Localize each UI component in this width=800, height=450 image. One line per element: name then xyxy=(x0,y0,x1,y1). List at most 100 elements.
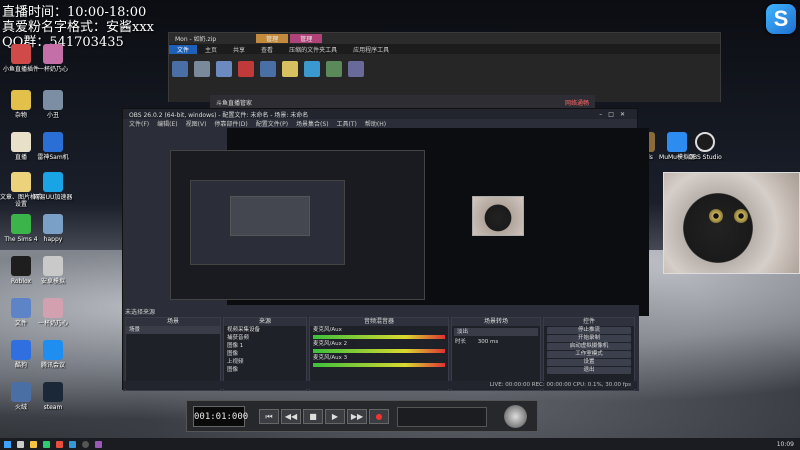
window-controls-icon[interactable]: –□✕ xyxy=(599,111,637,118)
transitions-dock[interactable]: 场景转场 淡出 时长 300 ms xyxy=(451,317,541,391)
mixer-track-label: 麦克风/Aux 3 xyxy=(313,355,348,361)
scenes-dock[interactable]: 场景 场景 xyxy=(125,317,221,391)
start-button-icon[interactable] xyxy=(4,440,11,448)
mixer-track-label: 麦克风/Aux xyxy=(313,327,342,333)
open-icon[interactable] xyxy=(326,61,342,77)
sources-dock[interactable]: 来源 视频采集设备 捕获音频 图像 1 图像 上视频 图像 xyxy=(223,317,307,391)
virtual-camera-button[interactable]: 启动虚拟摄像机 xyxy=(547,343,631,350)
tab-zip-tools[interactable]: 压缩的文件夹工具 xyxy=(281,45,345,54)
tab-manage-2[interactable]: 管理 xyxy=(290,34,323,43)
douyu-title: 斗鱼直播管家 xyxy=(216,99,253,107)
desktop-icon[interactable]: 一杯奶乃心 xyxy=(32,44,74,73)
obs-titlebar: OBS 26.0.2 (64-bit, windows) - 配置文件: 未命名… xyxy=(123,109,637,119)
source-item[interactable]: 图像 xyxy=(224,366,306,374)
menu-edit[interactable]: 编辑(E) xyxy=(157,119,177,128)
source-item[interactable]: 图像 1 xyxy=(224,342,306,350)
duration-input[interactable]: 300 ms xyxy=(478,339,498,345)
exit-button[interactable]: 退出 xyxy=(547,367,631,374)
media-taskbar-icon[interactable] xyxy=(95,440,102,448)
paste-icon[interactable] xyxy=(216,61,232,77)
tab-view[interactable]: 查看 xyxy=(253,45,281,54)
menu-view[interactable]: 视图(V) xyxy=(186,119,207,128)
app-icon xyxy=(43,340,63,360)
source-item[interactable]: 捕获音频 xyxy=(224,334,306,342)
studio-mode-button[interactable]: 工作室模式 xyxy=(547,351,631,358)
app-icon xyxy=(11,382,31,402)
desktop-icon[interactable]: 小丑 xyxy=(32,90,74,119)
desktop-icon-label: 雷神Sam机 xyxy=(37,154,69,161)
record-button[interactable]: ● xyxy=(369,409,389,424)
menu-scene-collection[interactable]: 场景集合(S) xyxy=(296,119,329,128)
desktop-icon[interactable]: happy xyxy=(32,214,74,243)
desktop-icon-label: 小丑 xyxy=(46,112,59,119)
audio-mixer-dock[interactable]: 音频混音器 麦克风/Aux 麦克风/Aux 2 麦克风/Aux 3 xyxy=(309,317,449,391)
scene-item[interactable]: 场景 xyxy=(126,326,220,334)
app-logo-icon: S xyxy=(766,4,796,34)
volume-knob-icon[interactable] xyxy=(504,405,527,428)
desktop-icon[interactable]: 腾讯会议 xyxy=(32,340,74,369)
app-icon xyxy=(43,298,63,318)
desktop-icon-label: 火绒 xyxy=(14,404,27,411)
volume-meter xyxy=(313,363,445,367)
tab-manage-1[interactable]: 管理 xyxy=(256,34,289,43)
pin-icon[interactable] xyxy=(172,61,188,77)
taskbar: 10:09 xyxy=(0,438,800,450)
menu-file[interactable]: 文件(F) xyxy=(129,119,149,128)
skip-back-button[interactable]: ⏮ xyxy=(259,409,279,424)
desktop-icon-label: steam xyxy=(43,404,63,411)
menu-tools[interactable]: 工具(T) xyxy=(337,119,357,128)
search-icon[interactable] xyxy=(17,440,24,448)
rename-icon[interactable] xyxy=(260,61,276,77)
transition-select[interactable]: 淡出 xyxy=(454,328,538,336)
copy-icon[interactable] xyxy=(194,61,210,77)
start-recording-button[interactable]: 开始录制 xyxy=(547,335,631,342)
source-item[interactable]: 上视频 xyxy=(224,358,306,366)
play-button[interactable]: ▶ xyxy=(325,409,345,424)
wechat-taskbar-icon[interactable] xyxy=(43,440,50,448)
obs-taskbar-icon[interactable] xyxy=(82,440,89,448)
desktop-icon-obs[interactable]: OBS Studio xyxy=(684,132,726,161)
app-icon xyxy=(43,382,63,402)
delete-icon[interactable] xyxy=(238,61,254,77)
app-taskbar-icon[interactable] xyxy=(56,440,63,448)
explorer-taskbar-icon[interactable] xyxy=(30,440,37,448)
app-icon xyxy=(43,90,63,110)
new-folder-icon[interactable] xyxy=(282,61,298,77)
tab-home[interactable]: 主页 xyxy=(197,45,225,54)
player-settings-panel[interactable] xyxy=(397,407,487,427)
desktop-icon-label: 文件 xyxy=(14,320,27,327)
desktop-icon[interactable]: 网易UU加速器 xyxy=(32,172,74,201)
obs-statusbar: LIVE: 00:00:00 REC: 00:00:00 CPU: 0.1%, … xyxy=(123,381,637,389)
browser-taskbar-icon[interactable] xyxy=(69,440,76,448)
fast-forward-button[interactable]: ▶▶ xyxy=(347,409,367,424)
controls-dock[interactable]: 控件 停止推流 开始录制 启动虚拟摄像机 工作室模式 设置 退出 xyxy=(543,317,635,391)
source-item[interactable]: 图像 xyxy=(224,350,306,358)
file-explorer-window[interactable]: Mon - 如奶.zip 管理 管理 文件 主页 共享 查看 压缩的文件夹工具 … xyxy=(168,32,721,102)
menu-docks[interactable]: 停靠部件(D) xyxy=(214,119,247,128)
properties-icon[interactable] xyxy=(304,61,320,77)
explorer-titlebar: Mon - 如奶.zip 管理 管理 xyxy=(169,33,720,44)
desktop-icon-label: happy xyxy=(43,236,63,243)
desktop-icon[interactable]: 一杯奶乃心 xyxy=(32,298,74,327)
settings-button[interactable]: 设置 xyxy=(547,359,631,366)
desktop-icon[interactable]: 雷神Sam机 xyxy=(32,132,74,161)
desktop-icon[interactable]: steam xyxy=(32,382,74,411)
source-item[interactable]: 视频采集设备 xyxy=(224,326,306,334)
select-all-icon[interactable] xyxy=(348,61,364,77)
menu-help[interactable]: 帮助(H) xyxy=(365,119,386,128)
tab-share[interactable]: 共享 xyxy=(225,45,253,54)
menu-profile[interactable]: 配置文件(P) xyxy=(256,119,288,128)
sources-dock-title: 来源 xyxy=(224,318,306,326)
stop-streaming-button[interactable]: 停止推流 xyxy=(547,327,631,334)
tab-file[interactable]: 文件 xyxy=(169,44,198,54)
desktop-icon[interactable]: 安卓模拟 xyxy=(32,256,74,285)
cat-eye-left xyxy=(709,209,723,223)
desktop-icon-label: 直播 xyxy=(14,154,27,161)
app-icon xyxy=(11,90,31,110)
media-player[interactable]: 001:01:000 ⏮ ◀◀ ■ ▶ ▶▶ ● xyxy=(186,400,538,432)
tab-app-tools[interactable]: 应用程序工具 xyxy=(345,45,397,54)
douyu-live-manager-bar[interactable]: 斗鱼直播管家 网络通畅 xyxy=(210,95,595,109)
rewind-button[interactable]: ◀◀ xyxy=(281,409,301,424)
stop-button[interactable]: ■ xyxy=(303,409,323,424)
app-icon xyxy=(11,214,31,234)
